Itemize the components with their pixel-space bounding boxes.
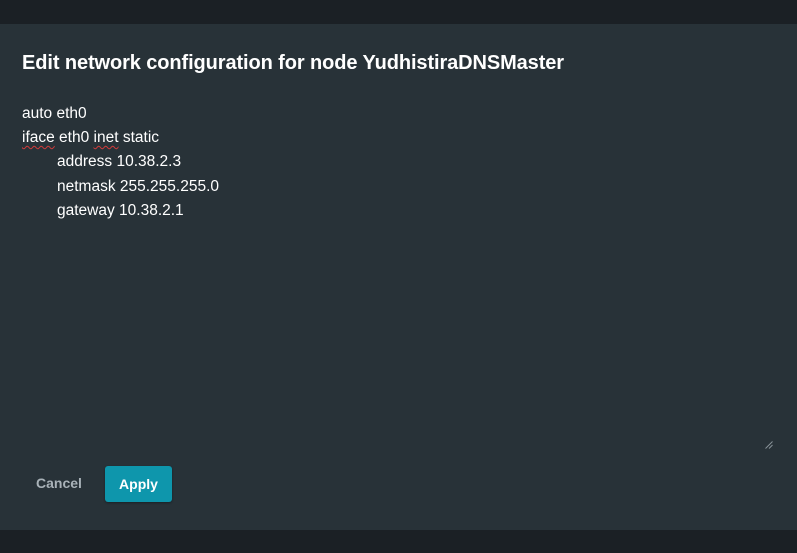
- network-config-dialog: Edit network configuration for node Yudh…: [0, 24, 797, 530]
- config-line: iface eth0 inet static: [22, 126, 774, 150]
- dialog-title: Edit network configuration for node Yudh…: [22, 52, 564, 74]
- config-text: auto eth0: [22, 105, 87, 122]
- cancel-button[interactable]: Cancel: [24, 466, 94, 500]
- config-text: static: [118, 129, 160, 147]
- config-line: address 10.38.2.3: [22, 150, 774, 174]
- config-text: eth0: [54, 129, 94, 147]
- config-line: auto eth0: [22, 102, 774, 126]
- resize-grip-icon[interactable]: [765, 441, 773, 449]
- config-text: netmask 255.255.255.0: [57, 177, 220, 195]
- config-text: address 10.38.2.3: [57, 153, 182, 171]
- config-line: netmask 255.255.255.0: [22, 175, 774, 199]
- config-line: gateway 10.38.2.1: [22, 199, 774, 223]
- apply-button[interactable]: Apply: [105, 466, 172, 502]
- network-config-textarea[interactable]: auto eth0 iface eth0 inet static address…: [22, 102, 774, 452]
- config-text: gateway 10.38.2.1: [57, 201, 184, 219]
- misspelled-word: iface: [22, 129, 55, 147]
- misspelled-word: inet: [93, 129, 119, 147]
